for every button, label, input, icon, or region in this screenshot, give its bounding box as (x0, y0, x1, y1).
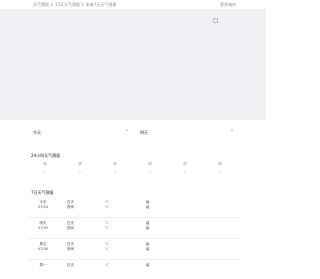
hourly-item: 晴 - (63, 160, 97, 178)
city-title: 北京天气 (38, 18, 59, 24)
daily-weather: 白天 夜间 (67, 221, 74, 231)
row-divider (28, 238, 240, 239)
hourly-weather: 晴 (218, 162, 222, 166)
low-temp: ℃ (105, 226, 109, 230)
high-temp: ℃ (105, 263, 109, 267)
tomorrow-card[interactable]: 明天 ° (136, 123, 239, 144)
hourly-value: - (184, 170, 186, 175)
breadcrumb[interactable]: 天气预报 > 15天天气预报 > 未来7天天气预报 (33, 0, 116, 9)
daily-day: 明天 07/05 (36, 221, 50, 231)
night-weather: 夜间 (67, 247, 74, 251)
hourly-item: 晴 - (168, 160, 202, 178)
hourly-weather: 晴 (78, 162, 82, 166)
row-divider (28, 259, 240, 260)
day-name: 周一 (39, 263, 47, 267)
daily-wind: 级 (146, 263, 150, 268)
day-date: 07/04 (37, 205, 49, 209)
hourly-weather: 晴 (113, 162, 117, 166)
row-divider (28, 217, 240, 218)
daily-weather: 白天 夜间 (67, 200, 74, 210)
today-card[interactable]: 今天 ° (29, 123, 134, 144)
weather-hero-banner: 北京天气 (0, 9, 266, 120)
hourly-value: - (79, 170, 81, 175)
low-temp: ℃ (105, 205, 109, 209)
night-weather: 夜间 (67, 205, 74, 209)
daily-row: 今天 07/04 白天 夜间 ℃ ℃ 级 级 (28, 200, 240, 216)
hourly-value: - (219, 170, 221, 175)
night-weather: 夜间 (67, 226, 74, 230)
daily-weather: 白天 夜间 (67, 242, 74, 252)
daily-forecast-title: 7日天气预报 (31, 190, 54, 195)
hourly-value: - (44, 170, 46, 175)
night-wind: 级 (146, 205, 150, 209)
daily-day: 今天 07/04 (36, 200, 50, 210)
top-bar: 天气预报 > 15天天气预报 > 未来7天天气预报 更多城市 (0, 0, 266, 9)
weather-image-icon (213, 18, 218, 23)
daily-day: 周一 (36, 263, 50, 268)
today-label: 今天 (33, 130, 41, 135)
hourly-item: 晴 - (203, 160, 237, 178)
hourly-weather: 晴 (183, 162, 187, 166)
hourly-forecast-title: 24小时天气预报 (31, 153, 61, 158)
hourly-weather: 晴 (148, 162, 152, 166)
daily-temperature: ℃ ℃ (105, 242, 109, 252)
daily-row: 周五 07/06 白天 夜间 ℃ ℃ 级 级 (28, 242, 240, 258)
daily-temperature: ℃ (105, 263, 109, 268)
daily-temperature: ℃ ℃ (105, 200, 109, 210)
daily-row: 明天 07/05 白天 夜间 ℃ ℃ 级 级 (28, 221, 240, 237)
tomorrow-temperature: ° (231, 129, 233, 134)
daily-day: 周五 07/06 (36, 242, 50, 252)
hourly-item: 晴 - (28, 160, 62, 178)
hourly-value: - (114, 170, 116, 175)
tomorrow-label: 明天 (140, 130, 148, 135)
day-date: 07/06 (37, 247, 49, 251)
daily-temperature: ℃ ℃ (105, 221, 109, 231)
night-wind: 级 (146, 247, 150, 251)
daily-wind: 级 级 (146, 242, 150, 252)
night-wind: 级 (146, 226, 150, 230)
hourly-forecast: 晴 - 晴 - 晴 - 晴 - 晴 - 晴 - (28, 160, 240, 182)
day-weather: 白天 (67, 263, 74, 267)
hourly-item: 晴 - (133, 160, 167, 178)
low-temp: ℃ (105, 247, 109, 251)
daily-wind: 级 级 (146, 221, 150, 231)
daily-wind: 级 级 (146, 200, 150, 210)
hourly-weather: 晴 (43, 162, 47, 166)
daily-row: 周一 白天 ℃ 级 (28, 263, 240, 279)
today-temperature: ° (126, 129, 128, 134)
daily-weather: 白天 (67, 263, 74, 268)
hourly-value: - (149, 170, 151, 175)
day-date: 07/05 (37, 226, 49, 230)
day-wind: 级 (146, 263, 150, 267)
more-cities-link[interactable]: 更多城市 (220, 0, 236, 9)
hourly-item: 晴 - (98, 160, 132, 178)
